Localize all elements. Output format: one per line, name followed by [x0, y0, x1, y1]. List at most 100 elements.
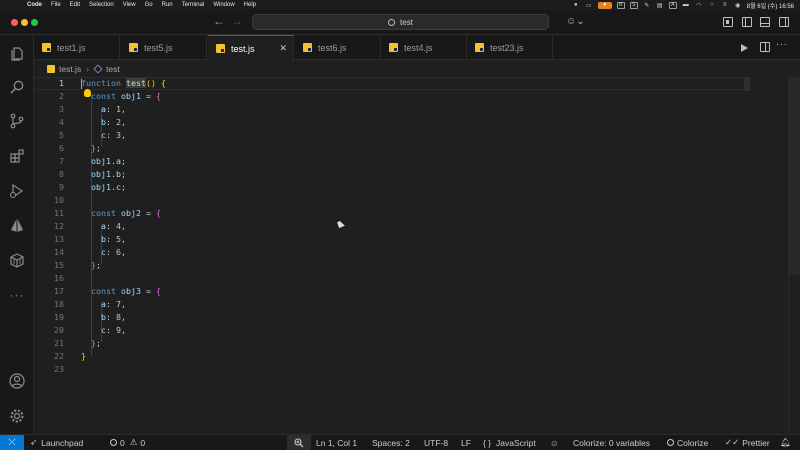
indentation-spaces[interactable]: Spaces: 2	[372, 435, 410, 450]
explorer-icon[interactable]	[8, 45, 26, 63]
prism-extension-icon[interactable]	[8, 216, 26, 234]
code-line[interactable]: 6 };	[34, 142, 744, 155]
clipboard-icon[interactable]: ▤	[656, 2, 664, 9]
code-line[interactable]: 9 obj1.c;	[34, 181, 744, 194]
user-icon[interactable]: ◉	[734, 2, 742, 9]
zoom-icon[interactable]	[287, 435, 311, 450]
b-icon[interactable]: B	[616, 1, 625, 9]
toggle-panel-icon[interactable]	[760, 17, 770, 27]
tab-test-js[interactable]: test.js ✕	[208, 35, 294, 61]
code-line[interactable]: 23	[34, 363, 744, 376]
menu-selection[interactable]: Selection	[89, 2, 114, 8]
code-editor[interactable]: 1 function test() { 2 const obj1 = { 3 a:…	[34, 77, 800, 434]
file-encoding[interactable]: UTF-8	[424, 435, 448, 450]
customize-layout-icon[interactable]	[723, 17, 733, 27]
remote-window-icon[interactable]: ⤫	[0, 435, 24, 450]
code-line[interactable]: 20 c: 9,	[34, 324, 744, 337]
tab-test4-js[interactable]: test4.js	[381, 35, 467, 60]
code-line[interactable]: 15 };	[34, 259, 744, 272]
code-line[interactable]: 7 obj1.a;	[34, 155, 744, 168]
run-debug-icon[interactable]	[8, 182, 26, 200]
close-icon[interactable]: ✕	[279, 43, 287, 54]
minimize-window-button[interactable]	[21, 19, 28, 26]
colorize-button[interactable]: Colorize	[667, 435, 708, 450]
s-icon[interactable]: S	[629, 1, 638, 9]
code-line[interactable]: 13 b: 5,	[34, 233, 744, 246]
more-views-icon[interactable]: ···	[8, 286, 26, 304]
menu-bar-clock[interactable]: 8월 6일 (수) 16:56	[747, 1, 794, 10]
menu-window[interactable]: Window	[213, 2, 234, 8]
split-editor-icon[interactable]	[760, 42, 770, 52]
app-indicator-icon[interactable]: ♦	[597, 1, 612, 9]
tab-test1-js[interactable]: test1.js	[34, 35, 120, 60]
record-icon[interactable]: ●	[572, 2, 580, 9]
tab-test23-js[interactable]: test23.js	[467, 35, 553, 60]
tab-test5-js[interactable]: test5.js	[121, 35, 207, 60]
code-line[interactable]: 2 const obj1 = {	[34, 90, 744, 103]
code-line[interactable]: 17 const obj3 = {	[34, 285, 744, 298]
menu-edit[interactable]: Edit	[70, 2, 80, 8]
symbol-method-icon	[93, 64, 103, 74]
pen-icon[interactable]: ✎	[643, 2, 651, 9]
code-line[interactable]: 19 b: 8,	[34, 311, 744, 324]
prettier-button[interactable]: ✓✓ Prettier	[725, 435, 770, 450]
cursor-position[interactable]: Ln 1, Col 1	[316, 435, 357, 450]
minimap[interactable]	[744, 77, 750, 91]
code-line[interactable]: 14 c: 6,	[34, 246, 744, 259]
close-window-button[interactable]	[11, 19, 18, 26]
menu-view[interactable]: View	[123, 2, 136, 8]
code-line[interactable]: 8 obj1.b;	[34, 168, 744, 181]
code-line[interactable]: 4 b: 2,	[34, 116, 744, 129]
notifications-bell-icon[interactable]: 🔔︎	[780, 435, 791, 450]
back-arrow-icon[interactable]: ←	[213, 14, 225, 28]
copilot-icon[interactable]: ☺⌄	[566, 16, 585, 27]
menu-file[interactable]: File	[51, 2, 61, 8]
wifi-icon[interactable]: ◠	[695, 2, 703, 9]
forward-arrow-icon[interactable]: →	[231, 14, 243, 28]
menu-app-code[interactable]: Code	[27, 2, 42, 8]
breadcrumb-file[interactable]: test.js	[59, 64, 81, 74]
spotlight-icon[interactable]: ○	[708, 2, 716, 9]
code-line[interactable]: 12 a: 4,	[34, 220, 744, 233]
source-control-icon[interactable]	[8, 112, 26, 130]
account-icon[interactable]	[8, 372, 26, 390]
code-line[interactable]: 22}	[34, 350, 744, 363]
run-code-icon[interactable]	[741, 44, 748, 52]
extensions-icon[interactable]	[8, 147, 26, 165]
scrollbar-thumb[interactable]	[789, 77, 800, 275]
problems-button[interactable]: 0 ⚠ 0	[110, 435, 145, 450]
language-mode[interactable]: { } JavaScript	[483, 435, 536, 450]
code-line[interactable]: 18 a: 7,	[34, 298, 744, 311]
end-of-line[interactable]: LF	[461, 435, 471, 450]
display-icon[interactable]: ▭	[585, 2, 593, 9]
copilot-status-icon[interactable]: ☺	[550, 435, 559, 450]
menu-go[interactable]: Go	[145, 2, 153, 8]
search-icon[interactable]	[8, 78, 26, 96]
container-box-icon[interactable]	[8, 251, 26, 269]
vertical-scrollbar[interactable]	[788, 77, 800, 434]
battery-icon[interactable]: ▬	[682, 2, 690, 9]
zoom-window-button[interactable]	[31, 19, 38, 26]
menu-run[interactable]: Run	[162, 2, 173, 8]
code-line[interactable]: 1 function test() {	[34, 77, 744, 90]
code-line[interactable]: 21 };	[34, 337, 744, 350]
toggle-secondary-sidebar-icon[interactable]	[779, 17, 789, 27]
code-line[interactable]: 5 c: 3,	[34, 129, 744, 142]
a-icon[interactable]: A	[668, 1, 677, 9]
colorize-variables-status[interactable]: Colorize: 0 variables	[573, 435, 650, 450]
menu-terminal[interactable]: Terminal	[182, 2, 205, 8]
gear-icon[interactable]	[8, 407, 26, 425]
code-line[interactable]: 3 a: 1,	[34, 103, 744, 116]
tab-test6-js[interactable]: test6.js	[295, 35, 381, 60]
more-actions-icon[interactable]: ···	[776, 39, 788, 50]
command-center[interactable]: test	[252, 14, 549, 30]
chevron-right-icon: ›	[86, 64, 90, 74]
code-line[interactable]: 11 const obj2 = {	[34, 207, 744, 220]
launchpad-button[interactable]: ➶ Launchpad	[30, 435, 83, 450]
toggle-primary-sidebar-icon[interactable]	[742, 17, 752, 27]
menu-help[interactable]: Help	[244, 2, 256, 8]
code-line[interactable]: 10	[34, 194, 744, 207]
code-line[interactable]: 16	[34, 272, 744, 285]
breadcrumb-symbol[interactable]: test	[106, 64, 120, 74]
control-center-icon[interactable]: ≡	[721, 2, 729, 9]
